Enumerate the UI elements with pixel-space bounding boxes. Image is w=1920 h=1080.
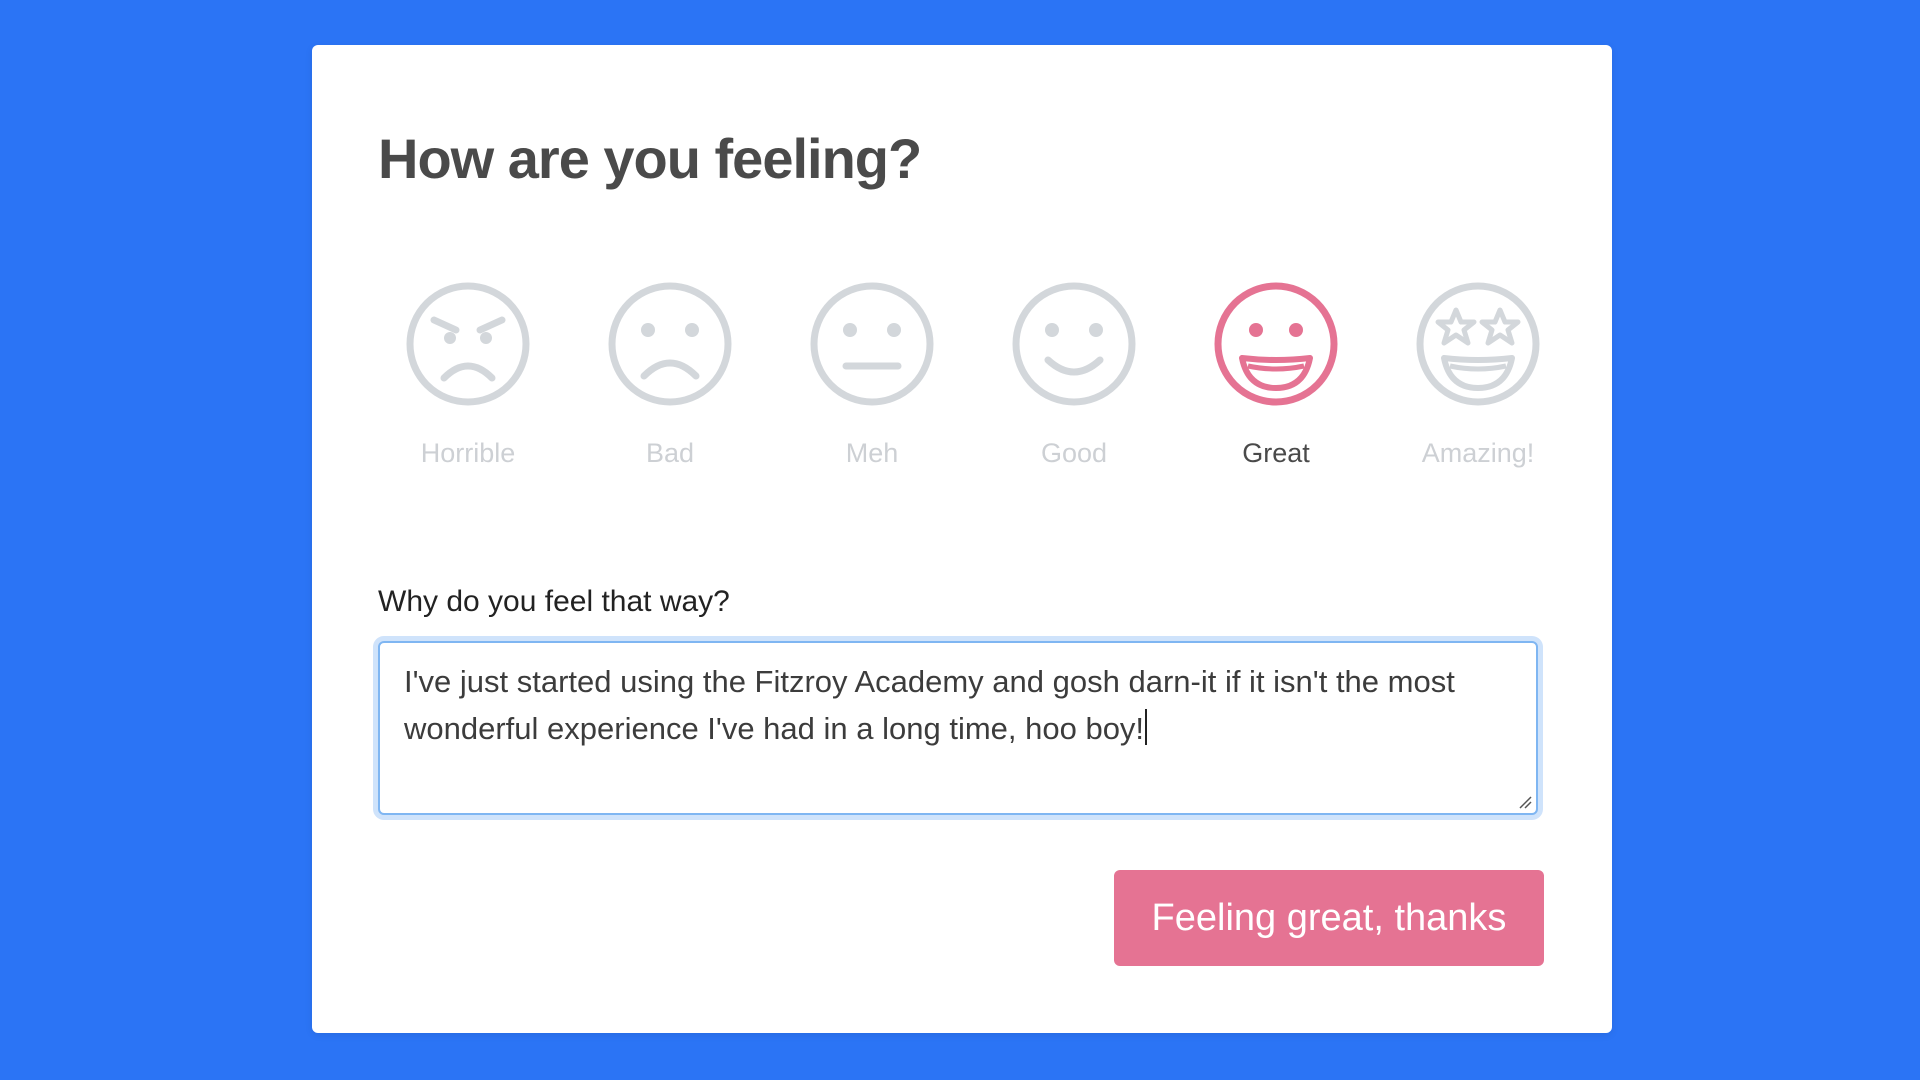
mood-selector: Horrible Bad Meh Good Great Amazing!	[378, 280, 1548, 500]
mood-option-bad[interactable]: Bad	[580, 280, 760, 469]
mood-option-good[interactable]: Good	[984, 280, 1164, 469]
feelings-card: How are you feeling? Horrible Bad Meh Go…	[312, 45, 1612, 1033]
mood-label: Horrible	[420, 438, 516, 468]
mood-label: Meh	[845, 438, 899, 468]
text-caret	[1145, 708, 1148, 745]
mood-label: Great	[1242, 438, 1310, 468]
angry-face-icon	[406, 282, 530, 406]
mood-option-meh[interactable]: Meh	[782, 280, 962, 469]
resize-handle-icon[interactable]	[1518, 795, 1532, 809]
mood-label: Amazing!	[1421, 438, 1535, 468]
mood-option-horrible[interactable]: Horrible	[378, 280, 558, 469]
reason-text: I've just started using the Fitzroy Acad…	[404, 664, 1455, 746]
page-title: How are you feeling?	[378, 127, 922, 190]
mood-option-amazing[interactable]: Amazing!	[1388, 280, 1568, 469]
reason-question-label: Why do you feel that way?	[378, 585, 730, 618]
star-struck-face-icon	[1416, 282, 1540, 406]
neutral-face-icon	[810, 282, 934, 406]
grinning-face-icon	[1214, 282, 1338, 406]
mood-label: Good	[1040, 438, 1108, 468]
mood-option-great[interactable]: Great	[1186, 280, 1366, 469]
submit-feeling-button[interactable]: Feeling great, thanks	[1114, 870, 1544, 966]
sad-face-icon	[608, 282, 732, 406]
reason-textarea[interactable]: I've just started using the Fitzroy Acad…	[378, 641, 1538, 815]
mood-label: Bad	[645, 438, 695, 468]
smiling-face-icon	[1012, 282, 1136, 406]
